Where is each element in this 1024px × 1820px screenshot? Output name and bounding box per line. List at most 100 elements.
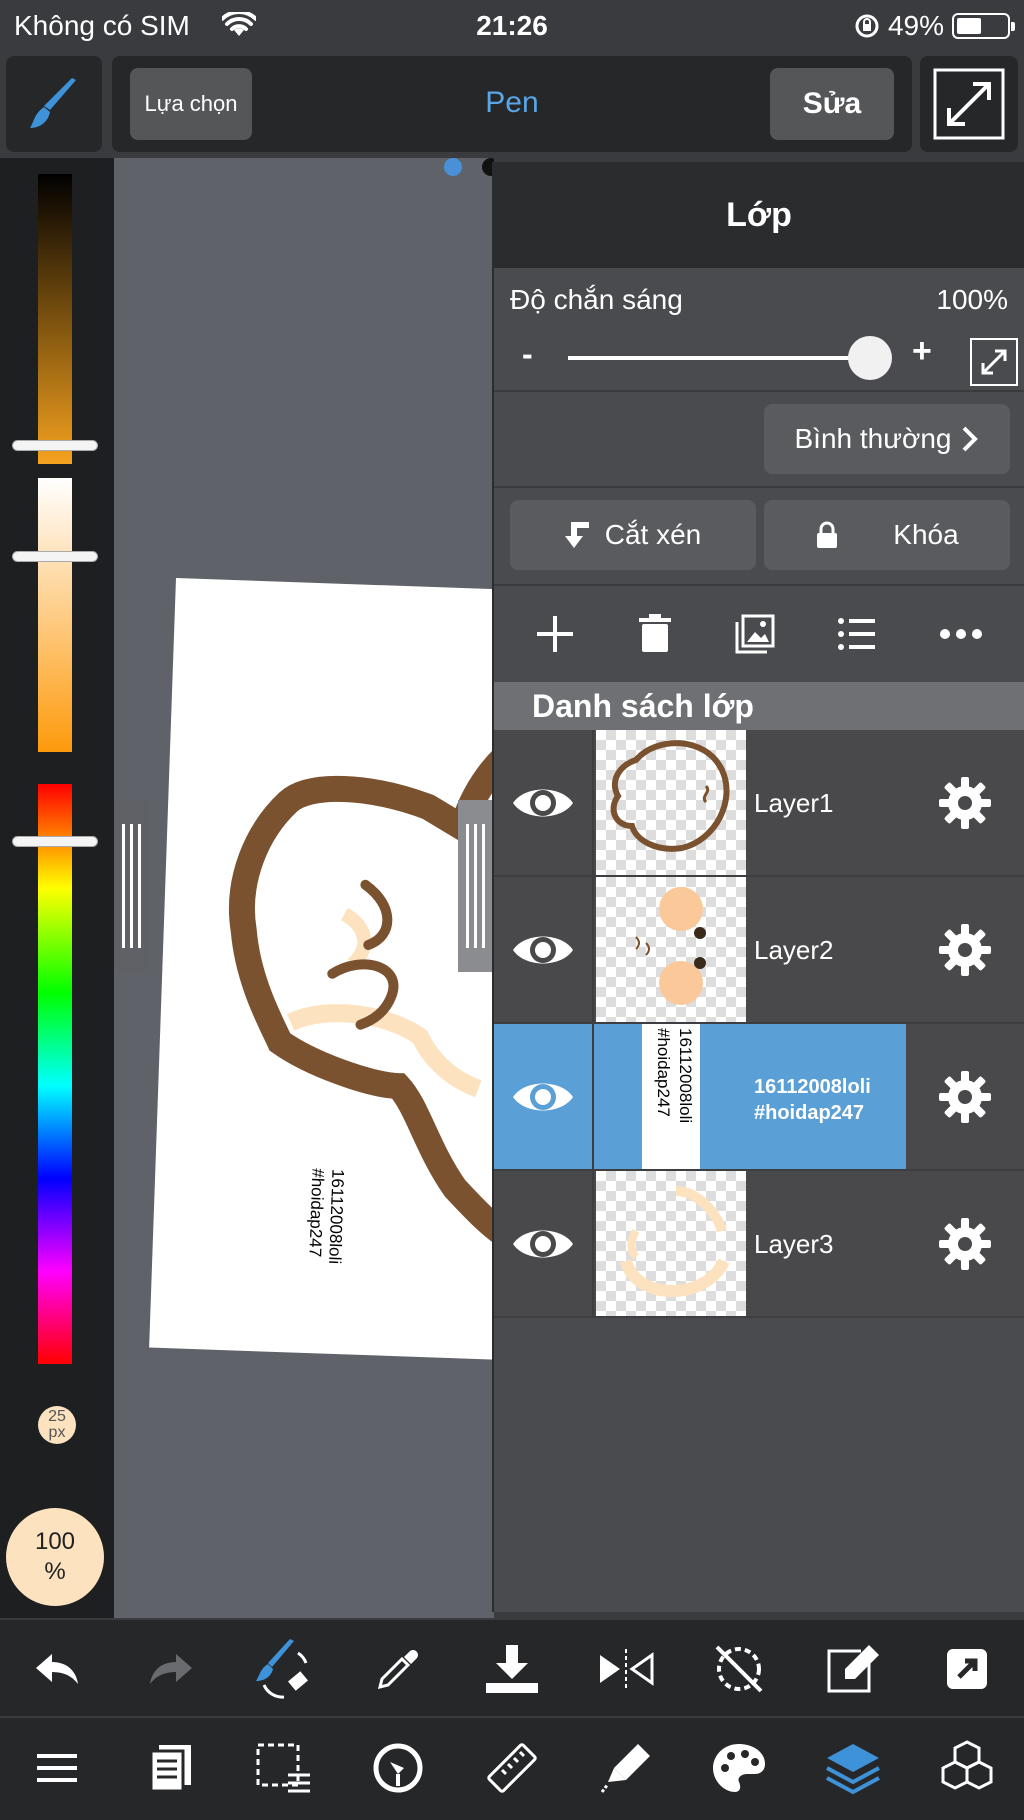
brush-eraser-swap-button[interactable]: [239, 1629, 329, 1709]
layer-thumbnail: 16112008loli #hoidap247: [596, 1024, 746, 1169]
layer-row-active[interactable]: 16112008loli #hoidap247 16112008loli #ho…: [494, 1024, 1024, 1171]
visibility-toggle[interactable]: [494, 730, 594, 875]
clipping-button[interactable]: Cắt xén: [510, 500, 756, 570]
trash-icon[interactable]: [637, 614, 673, 654]
visibility-toggle[interactable]: [494, 877, 594, 1022]
edit-button[interactable]: Sửa: [770, 68, 894, 140]
layer-settings-button[interactable]: [906, 730, 1024, 875]
brightness-slider-knob[interactable]: [12, 440, 98, 451]
layer-settings-button[interactable]: [906, 877, 1024, 1022]
ruler-icon: [487, 1743, 537, 1793]
artwork-paper: 16112008loli #hoidap247: [149, 578, 494, 1361]
3d-material-button[interactable]: [922, 1728, 1012, 1808]
canvas-watermark-line2: #hoidap247: [305, 1167, 328, 1258]
chevron-right-icon: [963, 426, 979, 452]
layer-row[interactable]: Layer3: [494, 1171, 1024, 1318]
brush-tool-button[interactable]: [6, 56, 102, 152]
rotate-canvas-button[interactable]: [694, 1629, 784, 1709]
share-icon: [947, 1649, 987, 1689]
gear-icon: [939, 1070, 991, 1123]
transform-button[interactable]: [808, 1629, 898, 1709]
list-icon[interactable]: [837, 617, 877, 651]
brush-icon: [30, 78, 76, 128]
opacity-slider-track[interactable]: [568, 356, 868, 360]
opacity-label: Độ chắn sáng: [510, 284, 683, 315]
layer-thumbnail: [596, 730, 746, 875]
cubes-icon: [941, 1740, 993, 1790]
layer-tools-row: [494, 586, 1024, 682]
selection-tool-button[interactable]: [239, 1728, 329, 1808]
brightness-slider[interactable]: [38, 174, 72, 464]
brush-opacity-indicator[interactable]: 100 %: [6, 1508, 104, 1606]
left-panel-handle[interactable]: [114, 800, 148, 972]
palette-icon: [713, 1744, 766, 1792]
fill-button[interactable]: [581, 1728, 671, 1808]
layer-row[interactable]: Layer2: [494, 877, 1024, 1024]
flip-button[interactable]: [581, 1629, 671, 1709]
lock-label: Khóa: [893, 519, 959, 550]
status-right: 49%: [854, 10, 1015, 42]
brush-opacity-unit: %: [44, 1558, 66, 1585]
import-button[interactable]: [467, 1629, 557, 1709]
blend-mode-label: Bình thường: [794, 423, 952, 454]
saturation-slider[interactable]: [38, 478, 72, 752]
eye-icon: [513, 1230, 573, 1257]
opacity-value: 100%: [936, 284, 1008, 315]
color-panel: 25 px 100 %: [0, 158, 114, 1618]
snap-button[interactable]: [353, 1728, 443, 1808]
rotate-lock-icon: [716, 1645, 763, 1693]
brush-opacity-value: 100: [34, 1528, 76, 1555]
layer-settings-button[interactable]: [906, 1171, 1024, 1316]
blend-mode-section: Bình thường: [494, 392, 1024, 488]
undo-button[interactable]: [12, 1629, 102, 1709]
expand-icon: [933, 68, 1005, 140]
image-layer-icon[interactable]: [735, 614, 775, 654]
layer-thumbnail: [596, 1171, 746, 1316]
hue-slider-knob[interactable]: [12, 836, 98, 847]
eyedropper-button[interactable]: [353, 1629, 443, 1709]
layer-row[interactable]: Layer1: [494, 730, 1024, 877]
opacity-increase-button[interactable]: +: [912, 332, 932, 371]
more-icon[interactable]: [939, 628, 983, 640]
share-button[interactable]: [922, 1629, 1012, 1709]
layers-button[interactable]: [808, 1728, 898, 1808]
hamburger-icon: [36, 1754, 77, 1782]
drawing-canvas[interactable]: 16112008loli #hoidap247: [114, 158, 494, 1618]
fullscreen-button[interactable]: [920, 56, 1018, 152]
expand-icon: [981, 349, 1007, 375]
visibility-toggle[interactable]: [494, 1171, 594, 1316]
layers-icon: [826, 1744, 881, 1795]
layer-panel-title: Lớp: [494, 162, 1024, 268]
gear-icon: [939, 1217, 991, 1270]
right-panel-handle[interactable]: [458, 800, 492, 972]
opacity-slider-knob[interactable]: [848, 336, 892, 380]
add-layer-icon[interactable]: [535, 614, 575, 654]
pages-button[interactable]: [126, 1728, 216, 1808]
layer-panel: Lớp Độ chắn sáng 100% - + Bình thường Cắ…: [492, 162, 1024, 1612]
thumbnail-text: 16112008loli #hoidap247: [654, 1028, 695, 1124]
saturation-slider-knob[interactable]: [12, 551, 98, 562]
color-palette-button[interactable]: [694, 1728, 784, 1808]
eye-icon: [513, 936, 573, 963]
ruler-button[interactable]: [467, 1728, 557, 1808]
layer-name: Layer3: [754, 1229, 834, 1259]
clip-lock-section: Cắt xén Khóa: [494, 488, 1024, 586]
page-dot-active: [444, 158, 462, 176]
canvas-watermark: 16112008loli #hoidap247: [303, 1168, 347, 1289]
canvas-watermark-line1: 16112008loli: [325, 1168, 348, 1265]
flip-horizontal-icon: [599, 1649, 654, 1689]
layer-opacity-section: Độ chắn sáng 100% - +: [494, 268, 1024, 392]
visibility-toggle[interactable]: [494, 1024, 594, 1169]
opacity-decrease-button[interactable]: -: [522, 336, 533, 373]
brush-size-unit: px: [48, 1424, 66, 1441]
menu-button[interactable]: [12, 1728, 102, 1808]
redo-button[interactable]: [126, 1629, 216, 1709]
brush-size-indicator[interactable]: 25 px: [38, 1406, 76, 1444]
hue-slider[interactable]: [38, 784, 72, 1364]
layer-settings-button[interactable]: [906, 1024, 1024, 1169]
opacity-expand-button[interactable]: [970, 338, 1018, 386]
blend-mode-button[interactable]: Bình thường: [764, 404, 1010, 474]
layer-name: Layer2: [754, 935, 834, 965]
lock-button[interactable]: Khóa: [764, 500, 1010, 570]
bottom-toolbar: [0, 1620, 1024, 1820]
